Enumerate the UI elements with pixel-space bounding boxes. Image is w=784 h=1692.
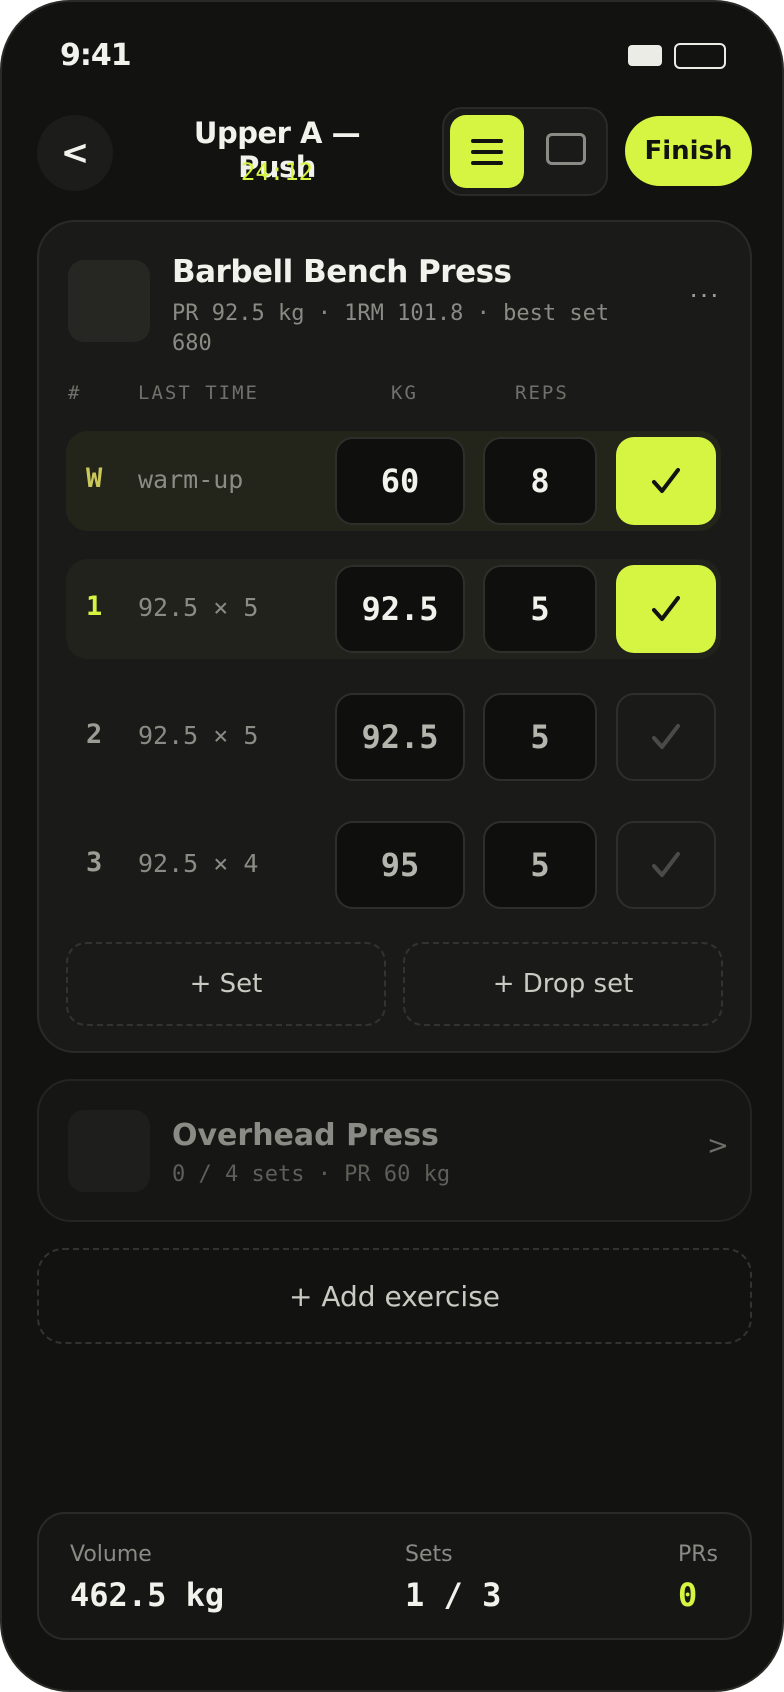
status-time: 9:41 <box>60 38 132 73</box>
back-button[interactable]: < <box>37 115 113 191</box>
set-row-warmup: W warm-up 60 8 <box>66 431 721 531</box>
exercise-stats: 0 / 4 sets · PR 60 kg <box>172 1162 451 1187</box>
volume-value: 462.5 kg <box>70 1576 225 1614</box>
view-toggle <box>442 107 608 196</box>
column-header-reps: REPS <box>515 382 569 404</box>
weight-input[interactable]: 60 <box>335 437 465 525</box>
set-row-3: 3 92.5 × 4 95 5 <box>66 815 721 915</box>
check-icon <box>652 468 680 493</box>
exercise-thumbnail <box>68 260 150 342</box>
list-view-icon[interactable] <box>450 115 524 188</box>
prs-value: 0 <box>678 1576 698 1614</box>
exercise-thumbnail <box>68 1110 150 1192</box>
workout-summary: Volume 462.5 kg Sets 1 / 3 PRs 0 <box>37 1512 752 1640</box>
set-last-time: 92.5 × 4 <box>138 849 259 878</box>
exercise-name: Barbell Bench Press <box>172 254 512 290</box>
check-icon <box>652 724 680 749</box>
volume-label: Volume <box>70 1542 152 1567</box>
status-indicator-icon <box>628 45 662 66</box>
set-number: 3 <box>86 847 103 878</box>
set-last-time: 92.5 × 5 <box>138 593 259 622</box>
reps-input[interactable]: 5 <box>483 565 597 653</box>
add-exercise-button[interactable]: + Add exercise <box>37 1248 752 1344</box>
weight-input[interactable]: 92.5 <box>335 565 465 653</box>
more-options-icon[interactable]: ··· <box>689 278 720 310</box>
check-icon <box>652 852 680 877</box>
weight-input[interactable]: 92.5 <box>335 693 465 781</box>
reps-input[interactable]: 5 <box>483 693 597 781</box>
set-row-1: 1 92.5 × 5 92.5 5 <box>66 559 721 659</box>
reps-input[interactable]: 8 <box>483 437 597 525</box>
column-header-number: # <box>68 382 82 404</box>
complete-set-button[interactable] <box>616 565 716 653</box>
set-row-2: 2 92.5 × 5 92.5 5 <box>66 687 721 787</box>
battery-icon <box>674 43 726 69</box>
column-header-last-time: LAST TIME <box>138 382 259 404</box>
workout-timer: 24:12 <box>240 158 314 186</box>
set-number: 1 <box>86 591 103 622</box>
exercise-stats: PR 92.5 kg · 1RM 101.8 · best set 680 <box>172 301 610 356</box>
sets-label: Sets <box>405 1542 453 1567</box>
chevron-right-icon: > <box>707 1131 729 1161</box>
weight-input[interactable]: 95 <box>335 821 465 909</box>
phone-screen: 9:41 < Upper A — Push 24:12 Finish Barbe… <box>0 0 784 1692</box>
finish-button[interactable]: Finish <box>625 116 752 186</box>
prs-label: PRs <box>678 1542 719 1567</box>
check-icon <box>652 596 680 621</box>
exercise-card-overhead-press[interactable]: Overhead Press 0 / 4 sets · PR 60 kg > <box>37 1079 752 1222</box>
complete-set-button[interactable] <box>616 437 716 525</box>
card-view-icon[interactable] <box>546 133 586 165</box>
exercise-card-bench-press: Barbell Bench Press PR 92.5 kg · 1RM 101… <box>37 220 752 1053</box>
exercise-name: Overhead Press <box>172 1118 439 1153</box>
add-set-button[interactable]: + Set <box>66 942 386 1026</box>
reps-input[interactable]: 5 <box>483 821 597 909</box>
set-last-time: 92.5 × 5 <box>138 721 259 750</box>
set-number: W <box>86 463 103 494</box>
sets-value: 1 / 3 <box>405 1576 502 1614</box>
set-last-time: warm-up <box>138 465 244 494</box>
column-header-kg: KG <box>391 382 418 404</box>
complete-set-button[interactable] <box>616 821 716 909</box>
add-drop-set-button[interactable]: + Drop set <box>403 942 723 1026</box>
set-number: 2 <box>86 719 103 750</box>
complete-set-button[interactable] <box>616 693 716 781</box>
